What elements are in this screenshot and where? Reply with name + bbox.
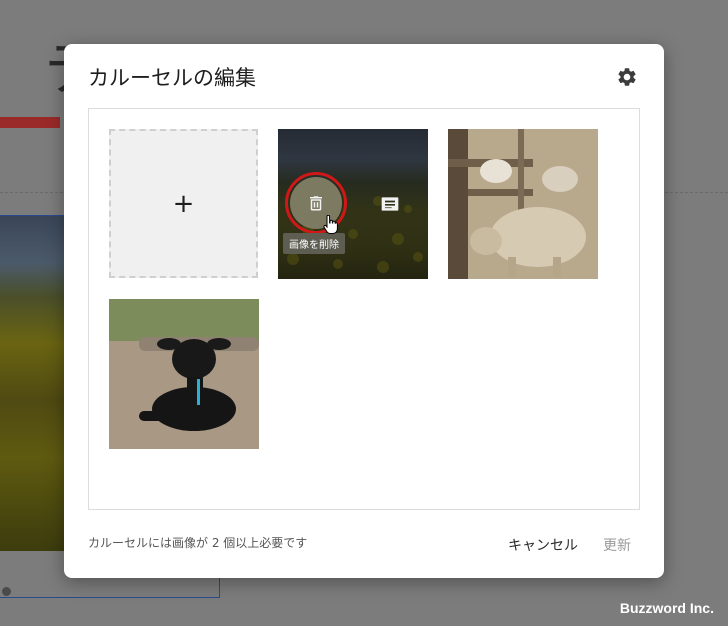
plus-icon: +	[172, 188, 195, 219]
edit-caption-button[interactable]	[378, 193, 402, 215]
background-image	[0, 216, 66, 551]
cancel-button[interactable]: キャンセル	[508, 535, 578, 555]
edit-carousel-dialog: カルーセルの編集 + 画像を削除 カルーセルには画像が 2 個以上必要です キャ…	[64, 44, 664, 578]
update-button[interactable]: 更新	[603, 535, 631, 555]
dialog-title: カルーセルの編集	[88, 66, 256, 90]
hand-cursor-icon	[323, 215, 338, 234]
carousel-image-sheep[interactable]	[448, 129, 598, 279]
settings-button[interactable]	[616, 66, 638, 88]
carousel-image-rapeseed[interactable]: 画像を削除	[278, 129, 428, 279]
watermark: Buzzword Inc.	[619, 600, 714, 616]
add-image-button[interactable]: +	[109, 129, 258, 278]
caption-icon	[381, 197, 399, 211]
delete-tooltip: 画像を削除	[283, 233, 345, 254]
background-accent-bar	[0, 117, 60, 128]
background-carousel-dot	[2, 587, 11, 596]
black-lamb-photo	[109, 299, 259, 449]
sheep-photo	[448, 129, 598, 279]
gear-icon	[618, 68, 636, 86]
image-grid: + 画像を削除	[88, 108, 640, 510]
carousel-image-black-lamb[interactable]	[109, 299, 259, 449]
minimum-images-note: カルーセルには画像が 2 個以上必要です	[88, 536, 308, 550]
